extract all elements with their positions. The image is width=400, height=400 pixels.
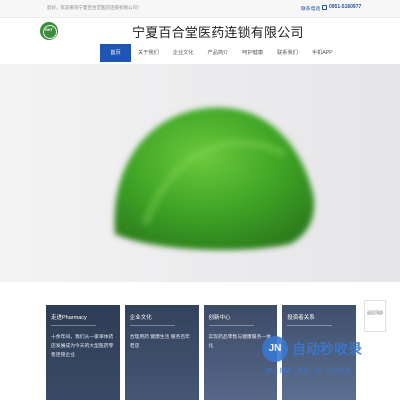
back-to-top-box[interactable] bbox=[364, 300, 386, 332]
welcome-text: 您好，欢迎来到宁夏百合堂医药连锁有限公司！ bbox=[47, 5, 142, 10]
card-text: 十余年间，我们从一家单体药店发展成为今天的大型医药零售连锁企业 bbox=[51, 335, 114, 358]
watermark-logo-text: JN bbox=[268, 343, 282, 354]
hotline-label: 联系电话 bbox=[301, 7, 321, 12]
card-culture[interactable]: 企业文化 合理用药 健康生活 服务百年老店 bbox=[124, 305, 199, 400]
card-title: 创新中心 bbox=[208, 313, 254, 326]
card-text: 合理用药 健康生活 服务百年老店 bbox=[129, 335, 190, 349]
hero-green-shape bbox=[114, 107, 315, 250]
watermark-title: 自动秒收录 bbox=[292, 341, 362, 357]
card-title: 走进Pharmacy bbox=[51, 313, 96, 326]
main-nav: 首页 关于我们 企业文化 产品简介 呵护健康 联系我们 手机APP bbox=[100, 44, 340, 62]
card-about[interactable]: 走进Pharmacy 十余年间，我们从一家单体药店发展成为今天的大型医药零售连锁… bbox=[46, 305, 120, 400]
watermark-subtitle: 网上 精确 · 来访一次 · 自动收录 bbox=[266, 369, 351, 375]
nav-item-health[interactable]: 呵护健康 bbox=[235, 44, 270, 62]
company-logo[interactable]: BHT bbox=[40, 22, 58, 40]
nav-item-contact[interactable]: 联系我们 bbox=[270, 44, 305, 62]
nav-item-culture[interactable]: 企业文化 bbox=[166, 44, 201, 62]
hotline-number: 0951-5160977 bbox=[329, 4, 362, 10]
nav-item-about[interactable]: 关于我们 bbox=[131, 44, 166, 62]
back-to-top-label[interactable]: 返回顶部 bbox=[361, 310, 389, 316]
card-title: 企业文化 bbox=[129, 313, 175, 326]
logo-text: BHT bbox=[45, 28, 53, 32]
top-bar: 您好，欢迎来到宁夏百合堂医药连锁有限公司！ 联系电话 0951-5160977 bbox=[0, 0, 400, 18]
nav-item-app[interactable]: 手机APP bbox=[305, 44, 340, 62]
card-title: 投资者关系 bbox=[287, 313, 333, 326]
nav-item-home[interactable]: 首页 bbox=[100, 44, 131, 62]
nav-item-products[interactable]: 产品简介 bbox=[201, 44, 236, 62]
company-name: 宁夏百合堂医药连锁有限公司 bbox=[132, 25, 304, 40]
hero-banner bbox=[0, 64, 400, 282]
watermark-logo-icon: JN bbox=[262, 336, 288, 362]
phone-icon bbox=[322, 5, 327, 10]
